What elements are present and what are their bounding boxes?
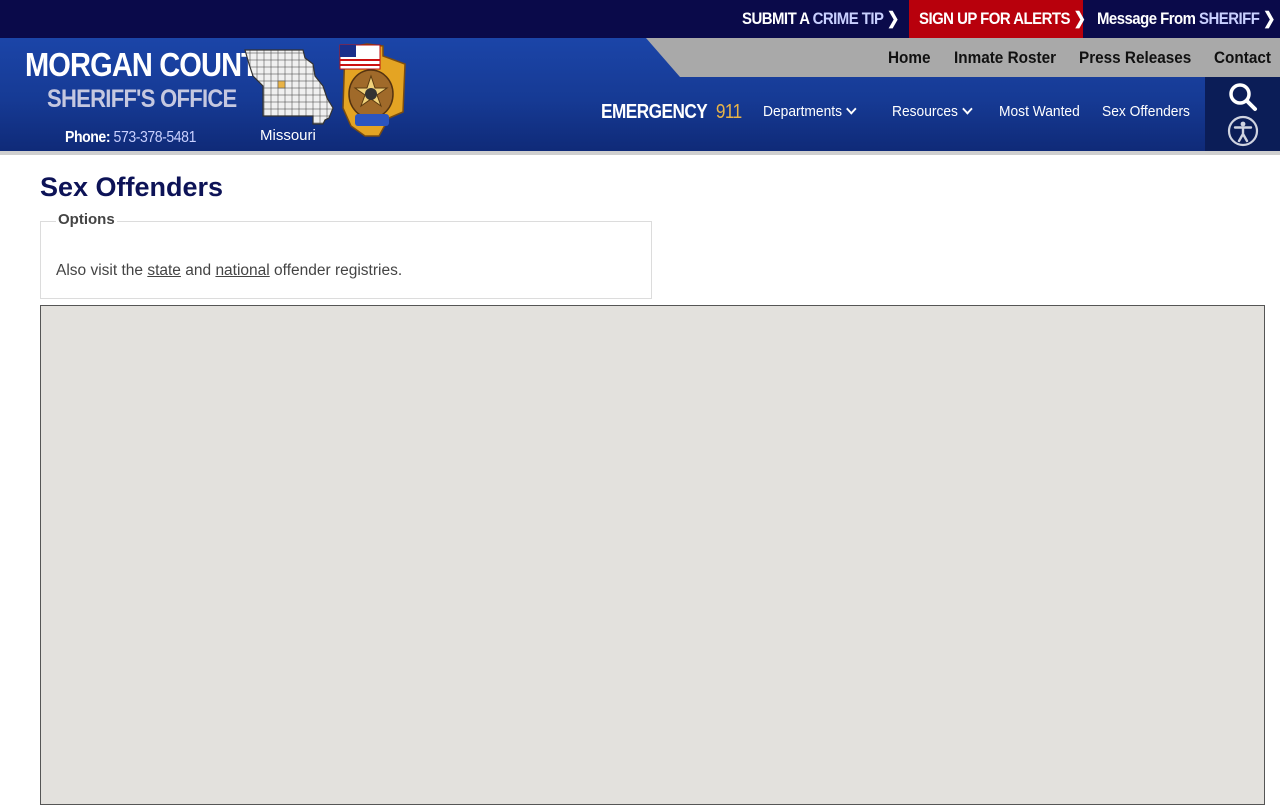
missouri-label: Missouri: [260, 127, 316, 144]
header-divider: [0, 151, 1280, 155]
options-legend: Options: [56, 211, 117, 228]
sheriff-badge-logo: [339, 43, 406, 137]
registry-links-text: Also visit the state and national offend…: [56, 262, 403, 279]
site-subtitle[interactable]: SHERIFF'S OFFICE: [47, 85, 237, 114]
accessibility-icon[interactable]: [1227, 115, 1259, 147]
message-from-sheriff-link[interactable]: Message From SHERIFF ❯: [1097, 0, 1276, 38]
submit-crime-tip-link[interactable]: SUBMIT A CRIME TIP ❯: [742, 0, 899, 38]
nav-press-releases[interactable]: Press Releases: [1079, 38, 1191, 77]
nav-departments[interactable]: Departments: [763, 103, 857, 120]
emergency-number[interactable]: EMERGENCY 911: [601, 101, 742, 124]
national-registry-link[interactable]: national: [215, 262, 269, 279]
chevron-right-icon: ❯: [1262, 9, 1276, 28]
utility-bar: [0, 0, 1280, 38]
chevron-right-icon: ❯: [886, 9, 900, 28]
chevron-right-icon: ❯: [1073, 9, 1087, 28]
nav-sex-offenders[interactable]: Sex Offenders: [1102, 103, 1190, 120]
nav-contact[interactable]: Contact: [1214, 38, 1271, 77]
search-icon[interactable]: [1228, 82, 1258, 112]
nav-inmate-roster[interactable]: Inmate Roster: [954, 38, 1056, 77]
nav-resources[interactable]: Resources: [892, 103, 973, 120]
phone-number[interactable]: Phone: 573-378-5481: [65, 129, 196, 147]
sign-up-alerts-link[interactable]: SIGN UP FOR ALERTS ❯: [919, 0, 1086, 38]
missouri-map-icon: [244, 49, 334, 125]
nav-home[interactable]: Home: [888, 38, 931, 77]
options-fieldset: [40, 221, 652, 299]
chevron-down-icon: [846, 103, 857, 115]
state-registry-link[interactable]: state: [147, 262, 181, 279]
offender-map[interactable]: [40, 305, 1265, 805]
chevron-down-icon: [961, 103, 973, 115]
nav-most-wanted[interactable]: Most Wanted: [999, 103, 1080, 120]
page-title: Sex Offenders: [40, 172, 224, 202]
site-title[interactable]: MORGAN COUNTY: [25, 46, 277, 84]
